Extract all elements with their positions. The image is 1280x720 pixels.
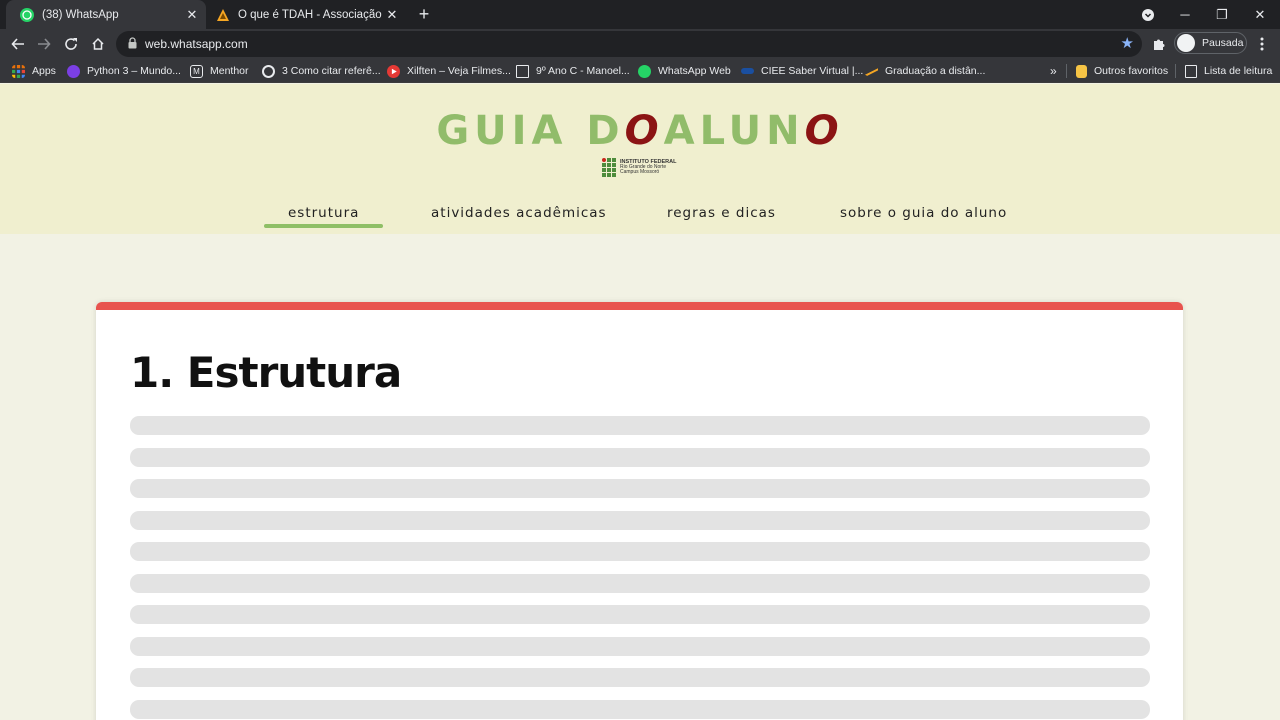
bookmark-label: Xilften – Veja Filmes... — [407, 65, 511, 77]
tab-title: (38) WhatsApp — [42, 8, 119, 21]
institution-text: INSTITUTO FEDERAL Rio Grande do Norte Ca… — [620, 159, 676, 175]
bookmark-label: Menthor — [210, 65, 249, 77]
warning-triangle-icon — [217, 8, 229, 21]
back-arrow-icon[interactable] — [6, 32, 30, 56]
bookmark-star-icon[interactable]: ★ — [1121, 34, 1134, 52]
bookmark-graduacao[interactable]: Graduação a distân... — [865, 63, 985, 79]
bookmarks-separator — [1066, 64, 1067, 78]
new-tab-button[interactable]: + — [414, 4, 434, 24]
bookmark-python[interactable]: Python 3 – Mundo... — [67, 63, 181, 79]
placeholder-line — [130, 479, 1150, 498]
placeholder-line — [130, 510, 1150, 530]
bookmark-label: Lista de leitura — [1204, 65, 1273, 77]
site-logo[interactable]: GUIA DOALUNO — [0, 108, 1280, 154]
bookmark-label: 3 Como citar referê... — [282, 65, 381, 77]
bookmark-apps[interactable]: Apps — [12, 63, 56, 79]
reading-list-icon — [1185, 64, 1197, 78]
tab-title: O que é TDAH - Associação Brasi — [238, 8, 384, 21]
placeholder-line — [130, 573, 1150, 593]
placeholder-line — [130, 668, 1150, 687]
python-icon — [67, 64, 80, 78]
bookmark-xilften[interactable]: Xilften – Veja Filmes... — [387, 63, 511, 79]
menu-kebab-icon[interactable] — [1250, 32, 1274, 56]
profile-label: Pausada — [1202, 37, 1244, 49]
nav-estrutura[interactable]: estrutura — [263, 205, 384, 229]
graduation-icon — [865, 67, 878, 76]
url-text: web.whatsapp.com — [145, 37, 248, 51]
forward-arrow-icon[interactable] — [32, 32, 56, 56]
institution-logo: INSTITUTO FEDERAL Rio Grande do Norte Ca… — [602, 158, 676, 177]
reload-icon[interactable] — [59, 32, 83, 56]
address-bar[interactable]: web.whatsapp.com ★ — [116, 31, 1142, 57]
apps-grid-icon — [12, 64, 25, 78]
bookmarks-bar: Apps Python 3 – Mundo... M Menthor 3 Com… — [0, 59, 1280, 83]
tab-search-icon[interactable] — [1129, 0, 1167, 29]
logo-text: O — [624, 108, 664, 154]
extensions-puzzle-icon[interactable] — [1147, 32, 1171, 56]
institution-campus: Campus Mossoró — [620, 169, 660, 175]
placeholder-line — [130, 542, 1150, 561]
browser-toolbar: web.whatsapp.com ★ — [0, 29, 1280, 59]
globe-icon — [262, 64, 275, 78]
close-tab-icon[interactable]: ✕ — [384, 7, 400, 23]
ciee-icon — [741, 68, 754, 74]
other-bookmarks-folder[interactable]: Outros favoritos — [1076, 63, 1168, 79]
menthor-icon: M — [190, 64, 203, 78]
whatsapp-icon — [638, 64, 651, 78]
logo-text: O — [804, 108, 844, 154]
logo-text: ALUN — [663, 108, 805, 154]
placeholder-line — [130, 636, 1150, 656]
placeholder-line — [130, 699, 1150, 719]
bookmark-9ano[interactable]: 9º Ano C - Manoel... — [516, 63, 630, 79]
avatar — [1177, 34, 1195, 52]
content-card: 1. Estrutura — [96, 302, 1183, 720]
close-window-icon[interactable]: ✕ — [1241, 0, 1279, 29]
bookmark-whatsapp-web[interactable]: WhatsApp Web — [638, 63, 731, 79]
bookmark-citar[interactable]: 3 Como citar referê... — [262, 63, 381, 79]
minimize-icon[interactable]: ─ — [1166, 0, 1204, 29]
bookmark-menthor[interactable]: M Menthor — [190, 63, 249, 79]
reading-list-button[interactable]: Lista de leitura — [1185, 63, 1272, 79]
bookmark-label: Python 3 – Mundo... — [87, 65, 181, 77]
whatsapp-icon — [20, 7, 34, 22]
bookmark-ciee[interactable]: CIEE Saber Virtual |... — [741, 63, 863, 79]
lock-icon — [128, 37, 137, 49]
nav-sobre-o-guia[interactable]: sobre o guia do aluno — [840, 205, 1007, 229]
bookmark-label: Outros favoritos — [1094, 65, 1169, 77]
tab-whatsapp[interactable]: (38) WhatsApp ✕ — [6, 0, 206, 29]
web-page: GUIA DOALUNO INSTITUTO FEDERAL Rio Grand… — [0, 84, 1280, 720]
placeholder-line — [130, 416, 1150, 435]
bookmark-label: 9º Ano C - Manoel... — [536, 65, 630, 77]
section-title: 1. Estrutura — [130, 348, 402, 397]
logo-text: GUIA D — [436, 108, 625, 154]
folder-icon — [1076, 64, 1087, 78]
site-header: GUIA DOALUNO INSTITUTO FEDERAL Rio Grand… — [0, 84, 1280, 234]
restore-icon[interactable]: ❐ — [1203, 0, 1241, 29]
nav-atividades-academicas[interactable]: atividades acadêmicas — [431, 205, 607, 229]
classroom-icon — [516, 64, 529, 78]
bookmarks-overflow-button[interactable]: » — [1050, 63, 1057, 79]
tab-tdah[interactable]: O que é TDAH - Associação Brasi ✕ — [202, 0, 406, 29]
placeholder-line — [130, 447, 1150, 467]
bookmark-label: CIEE Saber Virtual |... — [761, 65, 864, 77]
browser-tab-strip: (38) WhatsApp ✕ O que é TDAH - Associaçã… — [0, 0, 1280, 29]
play-icon — [387, 64, 400, 78]
ifrn-grid-icon — [602, 158, 616, 177]
home-icon[interactable] — [86, 32, 110, 56]
bookmark-label: Apps — [32, 65, 56, 77]
bookmarks-separator — [1175, 64, 1176, 78]
profile-button[interactable]: Pausada — [1174, 32, 1247, 54]
placeholder-line — [130, 605, 1150, 624]
bookmark-label: WhatsApp Web — [658, 65, 731, 77]
close-tab-icon[interactable]: ✕ — [184, 7, 200, 23]
nav-regras-e-dicas[interactable]: regras e dicas — [667, 205, 776, 229]
bookmark-label: Graduação a distân... — [885, 65, 986, 77]
